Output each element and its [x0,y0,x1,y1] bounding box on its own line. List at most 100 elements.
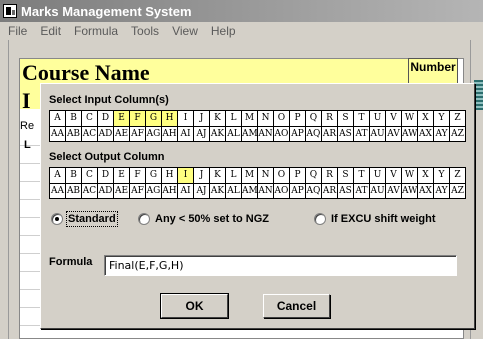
column-cell[interactable]: W [402,111,418,126]
column-cell[interactable]: K [210,111,226,126]
column-cell[interactable]: AH [162,184,178,198]
menu-help[interactable]: Help [203,24,241,38]
column-cell[interactable]: B [66,168,82,183]
radio-button-icon[interactable] [138,213,150,225]
radio-button-icon[interactable] [314,213,326,225]
column-cell[interactable]: D [98,111,114,126]
column-cell[interactable]: J [194,168,210,183]
column-cell[interactable]: AI [178,184,194,198]
column-cell[interactable]: AB [66,184,82,198]
column-cell[interactable]: K [210,168,226,183]
column-cell[interactable]: AC [82,184,98,198]
column-cell[interactable]: AC [82,127,98,141]
ok-button[interactable]: OK [160,293,229,319]
column-cell[interactable]: F [130,168,146,183]
column-cell[interactable]: AU [370,184,386,198]
column-cell[interactable]: AH [162,127,178,141]
column-cell[interactable]: AX [418,184,434,198]
menu-edit[interactable]: Edit [32,24,66,38]
column-cell[interactable]: AI [178,127,194,141]
column-cell[interactable]: V [386,111,402,126]
column-cell[interactable]: AF [130,184,146,198]
column-cell[interactable]: C [82,111,98,126]
column-cell[interactable]: AZ [450,127,465,141]
column-cell[interactable]: X [418,111,434,126]
column-cell[interactable]: T [354,111,370,126]
column-cell[interactable]: F [130,111,146,126]
column-cell[interactable]: AW [402,184,418,198]
column-cell[interactable]: AY [434,184,450,198]
column-cell[interactable]: AN [258,127,274,141]
menu-formula[interactable]: Formula [66,24,123,38]
column-cell[interactable]: U [370,111,386,126]
column-cell[interactable]: R [322,168,338,183]
column-cell[interactable]: AG [146,184,162,198]
column-cell[interactable]: AT [354,127,370,141]
option-ngz[interactable]: Any < 50% set to NGZ [138,213,269,225]
column-cell[interactable]: AA [50,127,66,141]
column-cell[interactable]: AW [402,127,418,141]
column-cell[interactable]: A [50,168,66,183]
column-cell[interactable]: AM [242,184,258,198]
column-cell[interactable]: AQ [306,127,322,141]
option-standard[interactable]: Standard [51,211,118,227]
column-cell[interactable]: H [162,111,178,126]
column-cell[interactable]: R [322,111,338,126]
column-cell[interactable]: AJ [194,184,210,198]
column-cell[interactable]: AX [418,127,434,141]
menu-tools[interactable]: Tools [123,24,164,38]
column-cell[interactable]: AN [258,184,274,198]
column-cell[interactable]: AL [226,184,242,198]
column-cell[interactable]: AL [226,127,242,141]
column-cell[interactable]: E [114,168,130,183]
column-cell[interactable]: E [114,111,130,126]
column-cell[interactable]: I [178,168,194,183]
column-cell[interactable]: G [146,168,162,183]
column-cell[interactable]: P [290,111,306,126]
column-cell[interactable]: O [274,168,290,183]
column-cell[interactable]: AK [210,127,226,141]
column-cell[interactable]: AZ [450,184,465,198]
column-cell[interactable]: H [162,168,178,183]
column-cell[interactable]: W [402,168,418,183]
column-cell[interactable]: O [274,111,290,126]
column-cell[interactable]: AP [290,127,306,141]
column-cell[interactable]: AF [130,127,146,141]
column-cell[interactable]: AU [370,127,386,141]
column-cell[interactable]: S [338,168,354,183]
column-cell[interactable]: X [418,168,434,183]
column-cell[interactable]: T [354,168,370,183]
column-cell[interactable]: AM [242,127,258,141]
column-cell[interactable]: AA [50,184,66,198]
column-cell[interactable]: AY [434,127,450,141]
column-cell[interactable]: AS [338,184,354,198]
column-cell[interactable]: B [66,111,82,126]
column-cell[interactable]: D [98,168,114,183]
column-cell[interactable]: J [194,111,210,126]
column-cell[interactable]: S [338,111,354,126]
column-cell[interactable]: G [146,111,162,126]
column-cell[interactable]: AR [322,184,338,198]
menu-view[interactable]: View [164,24,203,38]
column-cell[interactable]: I [178,111,194,126]
cancel-button[interactable]: Cancel [263,294,330,318]
column-cell[interactable]: AJ [194,127,210,141]
column-cell[interactable]: AK [210,184,226,198]
column-cell[interactable]: Z [450,111,465,126]
formula-input[interactable]: Final(E,F,G,H) [104,255,457,276]
column-cell[interactable]: N [258,168,274,183]
column-cell[interactable]: A [50,111,66,126]
column-cell[interactable]: AS [338,127,354,141]
column-cell[interactable]: M [242,111,258,126]
column-cell[interactable]: AV [386,127,402,141]
column-cell[interactable]: N [258,111,274,126]
column-cell[interactable]: AR [322,127,338,141]
column-cell[interactable]: Y [434,111,450,126]
column-cell[interactable]: AD [98,127,114,141]
column-cell[interactable]: Y [434,168,450,183]
column-cell[interactable]: Q [306,168,322,183]
column-cell[interactable]: AE [114,127,130,141]
column-cell[interactable]: AO [274,184,290,198]
column-cell[interactable]: Z [450,168,465,183]
column-cell[interactable]: M [242,168,258,183]
